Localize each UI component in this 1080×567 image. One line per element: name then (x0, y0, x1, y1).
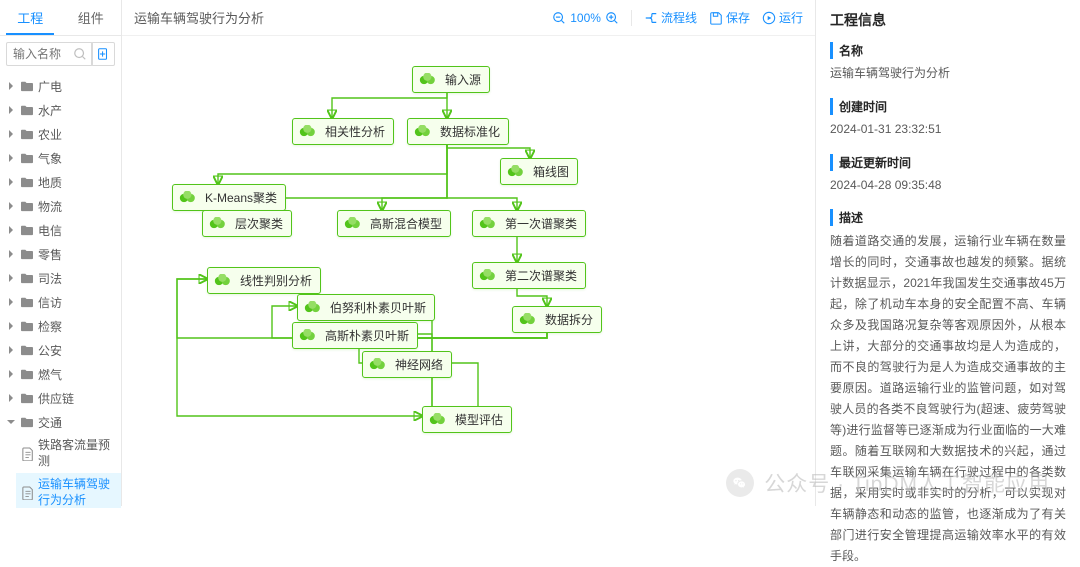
folder-供应链[interactable]: 供应链 (0, 386, 121, 410)
node-bernoulli-nb[interactable]: 伯努利朴素贝叶斯 (297, 294, 435, 321)
node-spectral-2[interactable]: 第二次谱聚类 (472, 262, 586, 289)
tab-project[interactable]: 工程 (0, 0, 61, 35)
play-icon (762, 11, 776, 25)
info-name-value: 运输车辆驾驶行为分析 (830, 64, 1066, 84)
search-icon (73, 47, 87, 61)
info-updated-label: 最近更新时间 (830, 154, 1066, 171)
node-input-source[interactable]: 输入源 (412, 66, 490, 93)
info-updated-value: 2024-04-28 09:35:48 (830, 176, 1066, 196)
node-icon (419, 73, 439, 87)
folder-地质[interactable]: 地质 (0, 170, 121, 194)
node-icon (299, 329, 319, 343)
folder-零售[interactable]: 零售 (0, 242, 121, 266)
node-icon (209, 217, 229, 231)
node-icon (304, 301, 324, 315)
flowline-icon (644, 11, 658, 25)
node-icon (369, 358, 389, 372)
node-standardize[interactable]: 数据标准化 (407, 118, 509, 145)
node-kmeans[interactable]: K-Means聚类 (172, 184, 286, 211)
flowline-button[interactable]: 流程线 (644, 9, 697, 26)
node-icon (479, 269, 499, 283)
node-neural-net[interactable]: 神经网络 (362, 351, 452, 378)
node-hierarchical[interactable]: 层次聚类 (202, 210, 292, 237)
node-correlation[interactable]: 相关性分析 (292, 118, 394, 145)
folder-农业[interactable]: 农业 (0, 122, 121, 146)
folder-公安[interactable]: 公安 (0, 338, 121, 362)
folder-广电[interactable]: 广电 (0, 74, 121, 98)
info-desc-value: 随着道路交通的发展，运输行业车辆在数量增长的同时，交通事故也越发的频繁。据统计数… (830, 231, 1066, 567)
workflow-canvas[interactable]: 输入源 相关性分析 数据标准化 箱线图 K-Means聚类 层次聚类 高斯混合模… (122, 36, 815, 506)
save-button[interactable]: 保存 (709, 9, 750, 26)
node-lda[interactable]: 线性判别分析 (207, 267, 321, 294)
node-boxplot[interactable]: 箱线图 (500, 158, 578, 185)
node-icon (479, 217, 499, 231)
run-button[interactable]: 运行 (762, 9, 803, 26)
node-icon (344, 217, 364, 231)
add-button[interactable] (91, 42, 115, 66)
file-item[interactable]: 运输车辆驾驶行为分析 (16, 473, 121, 508)
node-icon (429, 413, 449, 427)
info-panel-title: 工程信息 (830, 10, 1066, 30)
node-spectral-1[interactable]: 第一次谱聚类 (472, 210, 586, 237)
node-icon (214, 274, 234, 288)
zoom-in-icon[interactable] (605, 11, 619, 25)
node-model-eval[interactable]: 模型评估 (422, 406, 512, 433)
node-icon (507, 165, 527, 179)
folder-物流[interactable]: 物流 (0, 194, 121, 218)
info-created-value: 2024-01-31 23:32:51 (830, 120, 1066, 140)
save-icon (709, 11, 723, 25)
folder-气象[interactable]: 气象 (0, 146, 121, 170)
node-gaussian-nb[interactable]: 高斯朴素贝叶斯 (292, 322, 418, 349)
folder-交通[interactable]: 交通 (0, 410, 121, 434)
zoom-out-icon[interactable] (552, 11, 566, 25)
info-created-label: 创建时间 (830, 98, 1066, 115)
folder-燃气[interactable]: 燃气 (0, 362, 121, 386)
tab-component[interactable]: 组件 (61, 0, 122, 35)
info-desc-label: 描述 (830, 209, 1066, 226)
node-gmm[interactable]: 高斯混合模型 (337, 210, 451, 237)
info-name-label: 名称 (830, 42, 1066, 59)
folder-水产[interactable]: 水产 (0, 98, 121, 122)
zoom-level: 100% (570, 11, 601, 25)
folder-司法[interactable]: 司法 (0, 266, 121, 290)
node-icon (519, 313, 539, 327)
breadcrumb: 运输车辆驾驶行为分析 (134, 8, 264, 27)
node-icon (299, 125, 319, 139)
node-icon (414, 125, 434, 139)
folder-检察[interactable]: 检察 (0, 314, 121, 338)
folder-信访[interactable]: 信访 (0, 290, 121, 314)
folder-电信[interactable]: 电信 (0, 218, 121, 242)
file-item[interactable]: 铁路客流量预测 (16, 434, 121, 473)
node-data-split[interactable]: 数据拆分 (512, 306, 602, 333)
plus-file-icon (96, 47, 110, 61)
node-icon (179, 191, 199, 205)
